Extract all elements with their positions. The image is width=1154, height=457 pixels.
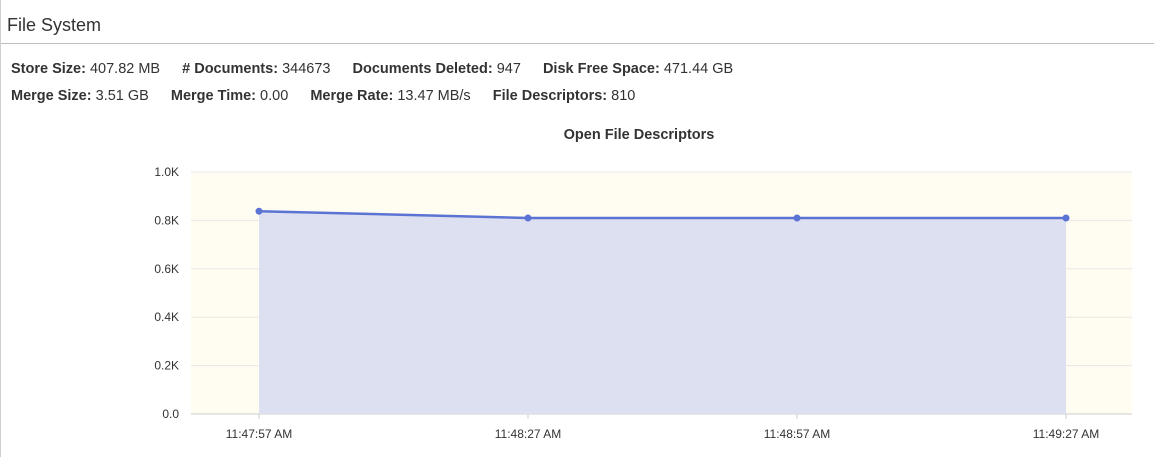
series-area bbox=[259, 211, 1066, 414]
file-system-panel: File System Store Size: 407.82 MB # Docu… bbox=[0, 0, 1154, 457]
x-tick-label: 11:48:57 AM bbox=[764, 427, 831, 441]
y-tick-label: 0.4K bbox=[154, 310, 179, 324]
open-file-descriptors-chart: 0.0 0.2K 0.4K 0.6K 0.8K 1.0K 11:47:57 AM 11:48:… bbox=[154, 165, 1132, 441]
x-tick-label: 11:47:57 AM bbox=[226, 427, 293, 441]
x-tick-label: 11:49:27 AM bbox=[1033, 427, 1100, 441]
y-tick-label: 0.0 bbox=[162, 407, 179, 421]
y-tick-label: 0.6K bbox=[154, 262, 179, 276]
data-point bbox=[1062, 214, 1070, 222]
data-point bbox=[793, 214, 801, 222]
y-tick-label: 1.0K bbox=[154, 165, 179, 179]
y-tick-label: 0.2K bbox=[154, 359, 179, 373]
data-point bbox=[524, 214, 532, 222]
data-point bbox=[255, 207, 263, 215]
x-tick-label: 11:48:27 AM bbox=[495, 427, 562, 441]
y-tick-label: 0.8K bbox=[154, 213, 179, 227]
